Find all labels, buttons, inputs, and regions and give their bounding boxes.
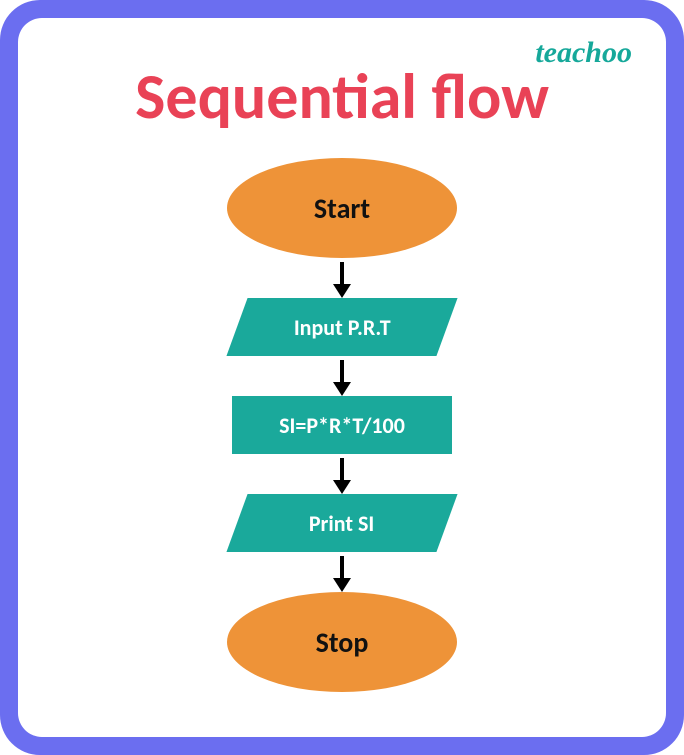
- stop-label: Stop: [316, 625, 369, 660]
- start-label: Start: [314, 191, 370, 226]
- flowchart-process-block: SI=P*R*T/100: [232, 396, 452, 454]
- flowchart-output-block: Print SI: [226, 494, 457, 552]
- arrow-icon: [340, 360, 344, 386]
- output-label: Print SI: [309, 510, 374, 537]
- flowchart-stop-terminator: Stop: [227, 592, 457, 692]
- arrow-icon: [340, 262, 344, 288]
- flowchart-start-terminator: Start: [227, 158, 457, 258]
- flowchart-container: Start Input P.R.T SI=P*R*T/100 Print SI …: [18, 158, 666, 692]
- inner-frame: teachoo Sequential flow Start Input P.R.…: [18, 18, 666, 737]
- outer-frame: teachoo Sequential flow Start Input P.R.…: [0, 0, 684, 755]
- input-label: Input P.R.T: [294, 314, 391, 341]
- arrow-icon: [340, 556, 344, 582]
- arrow-icon: [340, 458, 344, 484]
- page-title: Sequential flow: [18, 58, 666, 136]
- process-label: SI=P*R*T/100: [279, 412, 405, 439]
- flowchart-input-block: Input P.R.T: [226, 298, 457, 356]
